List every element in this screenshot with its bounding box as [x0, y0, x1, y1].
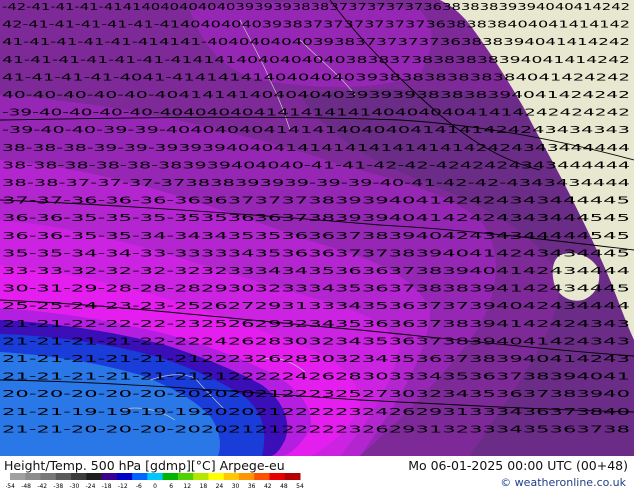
contour-label-row: 38-38-37-37-37-373838393939-39-39-40-41-…: [2, 178, 630, 189]
colorbar-swatch: [284, 473, 301, 480]
colorbar-tick-label: 12: [183, 483, 191, 489]
colorbar-tick-label: -48: [21, 483, 31, 489]
contour-label-row: 40-40-40-40-40-4041414140404040393939383…: [2, 90, 630, 101]
colorbar-tick-label: 6: [169, 483, 173, 489]
color-scale-bar: -54 -48 -42 -38 -30 -24 -18 -12 -6 0 6 12 18 24 30 36 42…: [6, 473, 304, 489]
colorbar-tick-label: -42: [37, 483, 47, 489]
colorbar-tick-label: 24: [216, 483, 224, 489]
colorbar-tick-label: 0: [153, 483, 157, 489]
contour-label-row: 41-41-41-41-41-41-4141414040404040383837…: [2, 55, 630, 66]
colorbar-tick-label: -12: [118, 483, 128, 489]
source-credit: © weatheronline.co.uk: [500, 476, 626, 489]
contour-label-row: 20-20-20-20-20-2020202122232527303234353…: [2, 389, 630, 400]
colorbar-swatch: [71, 473, 87, 480]
contour-label-row: 21-21-19-19-19-1920202122222324262931333…: [2, 407, 630, 418]
temperature-bands: [0, 0, 634, 456]
colorbar-swatch: [238, 473, 255, 480]
colorbar-swatch: [116, 473, 133, 480]
credit-text: © weatheronline.co.uk: [500, 476, 626, 489]
colorbar-swatch: [193, 473, 209, 480]
colorbar-swatch: [10, 473, 26, 480]
colorbar-tick-label: -24: [86, 483, 96, 489]
colorbar-swatch: [208, 473, 225, 480]
colorbar-swatch: [162, 473, 179, 480]
colorbar-swatch: [223, 473, 240, 480]
contour-label-row: 33-33-32-32-32-3232333434353636373839404…: [2, 266, 630, 277]
contour-label-row: 21-21-21-21-21-2122232628303234353637383…: [2, 354, 630, 365]
contour-label-row: 25-25-24-23-23-2526272931333435363737394…: [2, 301, 630, 312]
colorbar-tick-label: 48: [280, 483, 288, 489]
map-title: Height/Temp. 500 hPa [gdmp][°C] Arpege-e…: [4, 458, 285, 473]
colorbar-swatch: [147, 473, 164, 480]
map-footer: Height/Temp. 500 hPa [gdmp][°C] Arpege-e…: [0, 456, 634, 490]
colorbar-tick-label: -38: [53, 483, 63, 489]
colorbar-swatch: [40, 473, 57, 480]
colorbar-tick-label: 30: [232, 483, 240, 489]
colorbar-swatch: [25, 473, 42, 480]
contour-label-row: 41-41-41-41-41-414141-404040404039383737…: [2, 37, 630, 48]
contour-label-row: 38-38-38-39-39-3939394040414141414141414…: [2, 143, 630, 154]
contour-label-row: 42-41-41-41-41-41-4140404040393837373737…: [2, 20, 630, 31]
colorbar-tick-label: -54: [6, 483, 15, 489]
contour-label-row: 36-36-35-35-35-3535363637383939404142424…: [2, 213, 630, 224]
contour-label-row: 30-31-29-28-28-2829303233343536373838394…: [2, 284, 630, 295]
contour-label-row: 36-36-35-35-34-3434353536363738394042434…: [2, 231, 630, 242]
contour-label-row: 38-38-38-38-38-383939404040-41-41-42-42-…: [2, 160, 630, 171]
colorbar-swatch: [269, 473, 286, 480]
colorbar-tick-label: 42: [264, 483, 272, 489]
colorbar-tick-label: -6: [136, 483, 142, 489]
contour-label-row: 37-37-36-36-36-3636373737383939404142424…: [2, 196, 630, 207]
colorbar-swatch: [86, 473, 103, 480]
contour-label-row: 21-21-21-21-21-2121222224262830333435363…: [2, 372, 630, 383]
contour-label-row: -39-40-40-40-40-404040404141414141404040…: [2, 108, 630, 119]
contour-label-row: -39-40-40-39-39-404040404141414040404141…: [2, 125, 630, 136]
contour-label-row: 21-21-20-20-20-2020212122222326293132333…: [2, 424, 630, 435]
colorbar-swatch: [55, 473, 72, 480]
colorbar-swatch: [132, 473, 148, 480]
contour-label-row: -42-41-41-41-414140404040403939393838373…: [2, 2, 630, 13]
weather-map: -42-41-41-41-414140404040403939393838373…: [0, 0, 634, 456]
colorbar-swatch: [101, 473, 118, 480]
colorbar-swatch: [254, 473, 270, 480]
colorbar-swatch: [177, 473, 194, 480]
colorbar-tick-label: -30: [70, 483, 80, 489]
contour-label-row: 41-41-41-41-4041-41414141404040403938383…: [2, 72, 630, 83]
contour-label-row: 21-21-21-21-22-2224262830323435363738394…: [2, 336, 630, 347]
contour-label-row: 35-35-34-34-33-3333343536363737383940414…: [2, 248, 630, 259]
colorbar-tick-label: 36: [248, 483, 256, 489]
valid-time: Mo 06-01-2025 00:00 UTC (00+48): [408, 458, 628, 473]
colorbar-tick-label: -18: [102, 483, 112, 489]
colorbar-tick-label: 54: [296, 483, 304, 489]
contour-label-row: 21-21-22-22-22-2325262932343536363738394…: [2, 319, 630, 330]
colorbar-tick-label: 18: [200, 483, 208, 489]
